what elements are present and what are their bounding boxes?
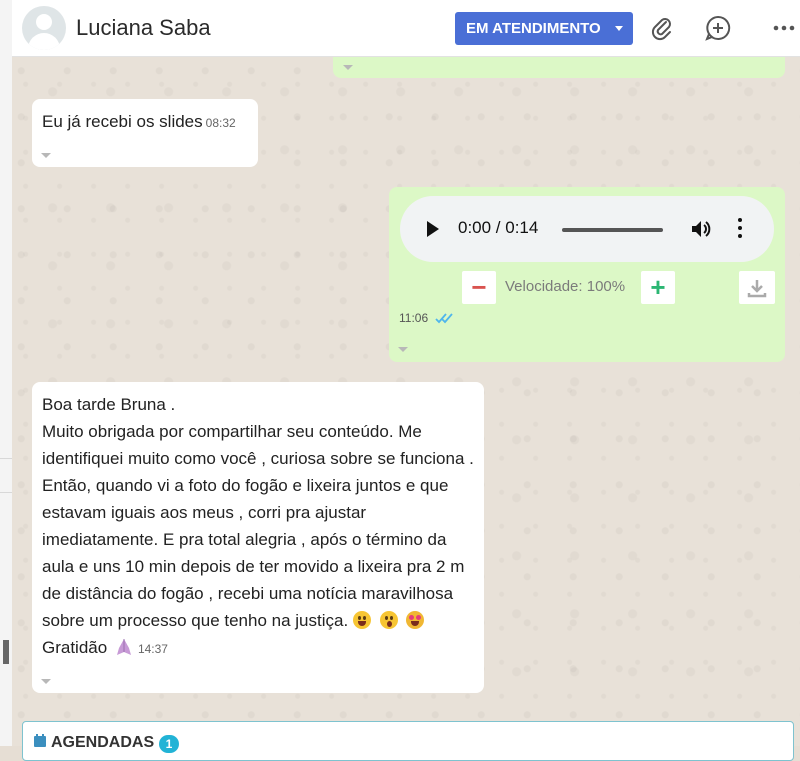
message-bubble-outgoing: 0:00 / 0:14 − Velocidade: 100% + 11:06 bbox=[389, 187, 785, 362]
increase-speed-button[interactable]: + bbox=[641, 271, 675, 304]
play-icon[interactable] bbox=[427, 221, 439, 237]
star-struck-face-icon bbox=[406, 611, 425, 629]
astonished-face-icon bbox=[379, 611, 398, 629]
volume-icon[interactable] bbox=[689, 217, 713, 241]
audio-progress-bar[interactable] bbox=[562, 228, 663, 232]
add-chat-icon[interactable] bbox=[704, 14, 732, 42]
message-menu-chevron-icon[interactable] bbox=[41, 679, 51, 684]
message-line: Boa tarde Bruna . bbox=[42, 395, 176, 414]
message-menu-chevron-icon[interactable] bbox=[398, 347, 408, 352]
caret-down-icon bbox=[615, 26, 623, 31]
status-dropdown-button[interactable]: EM ATENDIMENTO bbox=[455, 12, 633, 45]
message-menu-chevron-icon[interactable] bbox=[41, 153, 51, 158]
scrollbar-thumb[interactable] bbox=[3, 640, 9, 664]
divider bbox=[0, 458, 12, 459]
audio-time: 0:00 / 0:14 bbox=[458, 218, 539, 237]
message-bubble-incoming: Boa tarde Bruna . Muito obrigada por com… bbox=[32, 382, 484, 693]
paperclip-icon[interactable] bbox=[648, 14, 676, 42]
speed-label: Velocidade: 100% bbox=[505, 278, 626, 295]
audio-player: 0:00 / 0:14 bbox=[400, 196, 774, 262]
avatar[interactable] bbox=[22, 6, 66, 50]
grinning-face-icon bbox=[352, 611, 371, 629]
decrease-speed-button[interactable]: − bbox=[462, 271, 496, 304]
read-receipt-icon bbox=[435, 311, 457, 325]
scheduled-label: AGENDADAS bbox=[51, 734, 155, 751]
scheduled-count-badge: 1 bbox=[159, 735, 179, 753]
message-text: Eu já recebi os slides 08:32 bbox=[42, 108, 236, 137]
message-time: 11:06 bbox=[399, 311, 429, 325]
status-label: EM ATENDIMENTO bbox=[466, 20, 601, 37]
message-menu-chevron-icon[interactable] bbox=[343, 65, 353, 70]
divider bbox=[0, 492, 12, 493]
message-text: Boa tarde Bruna . Muito obrigada por com… bbox=[42, 391, 478, 663]
contact-name[interactable]: Luciana Saba bbox=[76, 15, 211, 41]
message-time: 14:37 bbox=[137, 642, 168, 656]
audio-more-icon[interactable] bbox=[737, 218, 743, 240]
message-time: 08:32 bbox=[205, 116, 236, 130]
closing-text: Gratidão bbox=[42, 638, 108, 657]
message-body: Eu já recebi os slides bbox=[42, 112, 203, 131]
praying-hands-icon bbox=[116, 637, 132, 655]
chat-header: Luciana Saba EM ATENDIMENTO bbox=[12, 0, 800, 57]
message-bubble-incoming: Eu já recebi os slides 08:32 bbox=[32, 99, 258, 167]
download-icon[interactable] bbox=[739, 271, 775, 304]
message-line: Muito obrigada por compartilhar seu cont… bbox=[42, 422, 474, 630]
more-options-icon[interactable] bbox=[770, 14, 798, 42]
scheduled-panel[interactable]: AGENDADAS 1 bbox=[22, 721, 794, 761]
